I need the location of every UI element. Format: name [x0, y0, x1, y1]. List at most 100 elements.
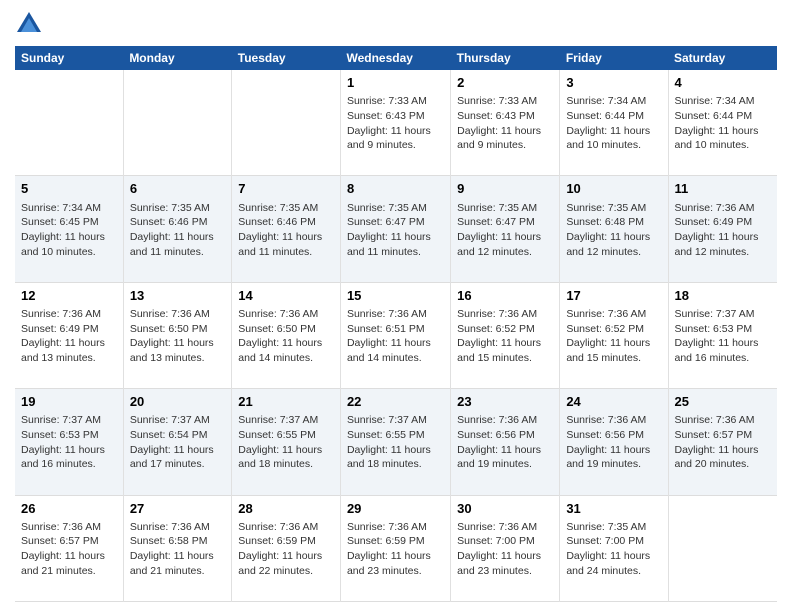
day-number: 5	[21, 180, 117, 198]
calendar-week-4: 19 Sunrise: 7:37 AMSunset: 6:53 PMDayligh…	[15, 389, 777, 495]
calendar-cell: 24 Sunrise: 7:36 AMSunset: 6:56 PMDayligh…	[560, 389, 668, 495]
day-number: 31	[566, 500, 661, 518]
calendar-cell: 21 Sunrise: 7:37 AMSunset: 6:55 PMDayligh…	[232, 389, 341, 495]
day-info: Sunrise: 7:36 AMSunset: 6:58 PMDaylight:…	[130, 520, 225, 579]
calendar-cell: 31 Sunrise: 7:35 AMSunset: 7:00 PMDayligh…	[560, 495, 668, 601]
calendar-cell: 5 Sunrise: 7:34 AMSunset: 6:45 PMDaylight…	[15, 176, 123, 282]
logo-icon	[15, 10, 43, 38]
logo	[15, 10, 47, 38]
calendar-cell: 23 Sunrise: 7:36 AMSunset: 6:56 PMDayligh…	[451, 389, 560, 495]
day-info: Sunrise: 7:36 AMSunset: 7:00 PMDaylight:…	[457, 520, 553, 579]
calendar-cell: 18Sunrise: 7:37 AMSunset: 6:53 PMDayligh…	[668, 282, 777, 388]
calendar-cell: 14 Sunrise: 7:36 AMSunset: 6:50 PMDayligh…	[232, 282, 341, 388]
day-info: Sunrise: 7:37 AMSunset: 6:53 PMDaylight:…	[675, 307, 772, 366]
day-number: 22	[347, 393, 444, 411]
day-number: 16	[457, 287, 553, 305]
calendar-cell: 16 Sunrise: 7:36 AMSunset: 6:52 PMDayligh…	[451, 282, 560, 388]
calendar-cell: 22 Sunrise: 7:37 AMSunset: 6:55 PMDayligh…	[340, 389, 450, 495]
calendar-cell: 12 Sunrise: 7:36 AMSunset: 6:49 PMDayligh…	[15, 282, 123, 388]
calendar-cell: 9Sunrise: 7:35 AMSunset: 6:47 PMDaylight…	[451, 176, 560, 282]
day-number: 13	[130, 287, 225, 305]
page: SundayMondayTuesdayWednesdayThursdayFrid…	[0, 0, 792, 612]
day-number: 28	[238, 500, 334, 518]
day-number: 20	[130, 393, 225, 411]
day-info: Sunrise: 7:36 AMSunset: 6:52 PMDaylight:…	[566, 307, 661, 366]
calendar-cell: 30 Sunrise: 7:36 AMSunset: 7:00 PMDayligh…	[451, 495, 560, 601]
day-info: Sunrise: 7:36 AMSunset: 6:51 PMDaylight:…	[347, 307, 444, 366]
day-info: Sunrise: 7:33 AMSunset: 6:43 PMDaylight:…	[347, 94, 444, 153]
day-number: 2	[457, 74, 553, 92]
day-number: 21	[238, 393, 334, 411]
day-number: 6	[130, 180, 225, 198]
calendar-cell: 1 Sunrise: 7:33 AMSunset: 6:43 PMDaylight…	[340, 70, 450, 176]
calendar-cell: 17 Sunrise: 7:36 AMSunset: 6:52 PMDayligh…	[560, 282, 668, 388]
day-info: Sunrise: 7:35 AMSunset: 6:48 PMDaylight:…	[566, 201, 661, 260]
day-info: Sunrise: 7:34 AMSunset: 6:44 PMDaylight:…	[566, 94, 661, 153]
day-info: Sunrise: 7:37 AMSunset: 6:55 PMDaylight:…	[347, 413, 444, 472]
day-info: Sunrise: 7:36 AMSunset: 6:50 PMDaylight:…	[130, 307, 225, 366]
day-number: 24	[566, 393, 661, 411]
calendar-cell	[123, 70, 231, 176]
calendar-cell	[15, 70, 123, 176]
day-number: 1	[347, 74, 444, 92]
calendar-cell: 7 Sunrise: 7:35 AMSunset: 6:46 PMDaylight…	[232, 176, 341, 282]
day-info: Sunrise: 7:37 AMSunset: 6:55 PMDaylight:…	[238, 413, 334, 472]
day-info: Sunrise: 7:36 AMSunset: 6:56 PMDaylight:…	[566, 413, 661, 472]
calendar-cell: 2 Sunrise: 7:33 AMSunset: 6:43 PMDaylight…	[451, 70, 560, 176]
calendar-cell	[668, 495, 777, 601]
day-info: Sunrise: 7:35 AMSunset: 6:46 PMDaylight:…	[130, 201, 225, 260]
weekday-header-monday: Monday	[123, 46, 231, 70]
calendar-cell	[232, 70, 341, 176]
weekday-header-wednesday: Wednesday	[340, 46, 450, 70]
calendar-week-5: 26Sunrise: 7:36 AMSunset: 6:57 PMDayligh…	[15, 495, 777, 601]
weekday-header-tuesday: Tuesday	[232, 46, 341, 70]
weekday-header-friday: Friday	[560, 46, 668, 70]
day-info: Sunrise: 7:36 AMSunset: 6:56 PMDaylight:…	[457, 413, 553, 472]
day-number: 29	[347, 500, 444, 518]
day-info: Sunrise: 7:36 AMSunset: 6:49 PMDaylight:…	[21, 307, 117, 366]
day-info: Sunrise: 7:36 AMSunset: 6:52 PMDaylight:…	[457, 307, 553, 366]
day-number: 8	[347, 180, 444, 198]
calendar-cell: 15Sunrise: 7:36 AMSunset: 6:51 PMDayligh…	[340, 282, 450, 388]
day-info: Sunrise: 7:35 AMSunset: 6:47 PMDaylight:…	[457, 201, 553, 260]
day-info: Sunrise: 7:36 AMSunset: 6:50 PMDaylight:…	[238, 307, 334, 366]
day-number: 10	[566, 180, 661, 198]
calendar-cell: 8Sunrise: 7:35 AMSunset: 6:47 PMDaylight…	[340, 176, 450, 282]
calendar-cell: 25 Sunrise: 7:36 AMSunset: 6:57 PMDayligh…	[668, 389, 777, 495]
calendar-cell: 28 Sunrise: 7:36 AMSunset: 6:59 PMDayligh…	[232, 495, 341, 601]
calendar-table: SundayMondayTuesdayWednesdayThursdayFrid…	[15, 46, 777, 602]
day-info: Sunrise: 7:36 AMSunset: 6:59 PMDaylight:…	[347, 520, 444, 579]
day-number: 30	[457, 500, 553, 518]
calendar-cell: 11Sunrise: 7:36 AMSunset: 6:49 PMDayligh…	[668, 176, 777, 282]
calendar-cell: 19 Sunrise: 7:37 AMSunset: 6:53 PMDayligh…	[15, 389, 123, 495]
day-info: Sunrise: 7:36 AMSunset: 6:59 PMDaylight:…	[238, 520, 334, 579]
day-number: 27	[130, 500, 225, 518]
day-info: Sunrise: 7:36 AMSunset: 6:57 PMDaylight:…	[675, 413, 772, 472]
day-number: 19	[21, 393, 117, 411]
day-number: 23	[457, 393, 553, 411]
day-number: 17	[566, 287, 661, 305]
day-info: Sunrise: 7:34 AMSunset: 6:44 PMDaylight:…	[675, 94, 772, 153]
day-number: 12	[21, 287, 117, 305]
day-info: Sunrise: 7:35 AMSunset: 7:00 PMDaylight:…	[566, 520, 661, 579]
day-info: Sunrise: 7:35 AMSunset: 6:46 PMDaylight:…	[238, 201, 334, 260]
calendar-cell: 6 Sunrise: 7:35 AMSunset: 6:46 PMDaylight…	[123, 176, 231, 282]
calendar-week-1: 1 Sunrise: 7:33 AMSunset: 6:43 PMDaylight…	[15, 70, 777, 176]
calendar-cell: 20 Sunrise: 7:37 AMSunset: 6:54 PMDayligh…	[123, 389, 231, 495]
calendar-cell: 4Sunrise: 7:34 AMSunset: 6:44 PMDaylight…	[668, 70, 777, 176]
day-info: Sunrise: 7:33 AMSunset: 6:43 PMDaylight:…	[457, 94, 553, 153]
day-number: 14	[238, 287, 334, 305]
calendar-body: 1 Sunrise: 7:33 AMSunset: 6:43 PMDaylight…	[15, 70, 777, 602]
weekday-header-row: SundayMondayTuesdayWednesdayThursdayFrid…	[15, 46, 777, 70]
day-info: Sunrise: 7:34 AMSunset: 6:45 PMDaylight:…	[21, 201, 117, 260]
calendar-week-3: 12 Sunrise: 7:36 AMSunset: 6:49 PMDayligh…	[15, 282, 777, 388]
calendar-week-2: 5 Sunrise: 7:34 AMSunset: 6:45 PMDaylight…	[15, 176, 777, 282]
day-number: 25	[675, 393, 772, 411]
day-info: Sunrise: 7:36 AMSunset: 6:49 PMDaylight:…	[675, 201, 772, 260]
calendar-cell: 3 Sunrise: 7:34 AMSunset: 6:44 PMDaylight…	[560, 70, 668, 176]
calendar-cell: 26Sunrise: 7:36 AMSunset: 6:57 PMDayligh…	[15, 495, 123, 601]
day-number: 7	[238, 180, 334, 198]
day-number: 3	[566, 74, 661, 92]
day-info: Sunrise: 7:37 AMSunset: 6:54 PMDaylight:…	[130, 413, 225, 472]
day-info: Sunrise: 7:37 AMSunset: 6:53 PMDaylight:…	[21, 413, 117, 472]
